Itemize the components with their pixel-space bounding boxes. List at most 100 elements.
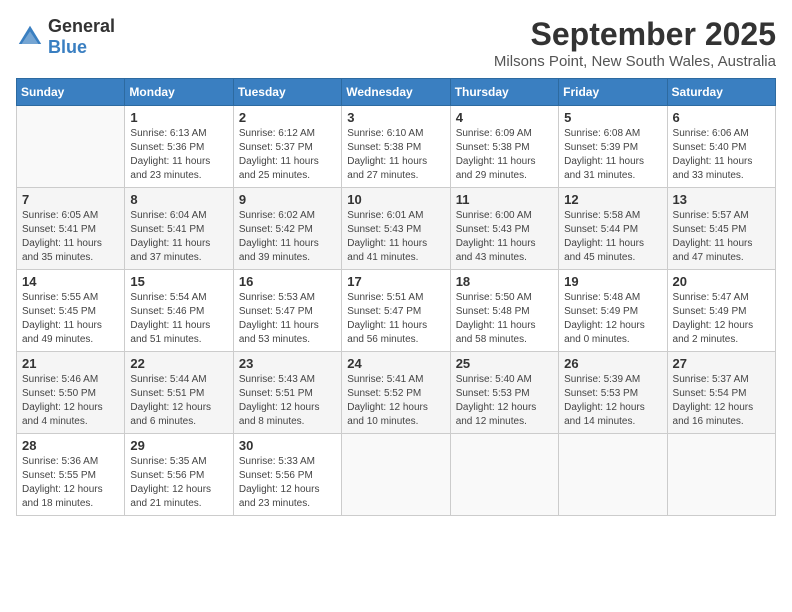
calendar-cell: 18 Sunrise: 5:50 AM Sunset: 5:48 PM Dayl…	[450, 270, 558, 352]
calendar-cell: 4 Sunrise: 6:09 AM Sunset: 5:38 PM Dayli…	[450, 106, 558, 188]
cell-info: Sunrise: 5:44 AM Sunset: 5:51 PM Dayligh…	[130, 373, 227, 429]
calendar-cell: 24 Sunrise: 5:41 AM Sunset: 5:52 PM Dayl…	[342, 352, 450, 434]
cell-info: Sunrise: 6:12 AM Sunset: 5:37 PM Dayligh…	[239, 127, 336, 183]
calendar-cell	[342, 434, 450, 516]
header: General Blue September 2025 Milsons Poin…	[16, 16, 776, 70]
cell-info: Sunrise: 5:36 AM Sunset: 5:55 PM Dayligh…	[22, 455, 119, 511]
header-day-thursday: Thursday	[450, 79, 558, 106]
calendar-cell: 7 Sunrise: 6:05 AM Sunset: 5:41 PM Dayli…	[17, 188, 125, 270]
cell-info: Sunrise: 5:46 AM Sunset: 5:50 PM Dayligh…	[22, 373, 119, 429]
day-number: 5	[564, 110, 661, 125]
cell-info: Sunrise: 6:08 AM Sunset: 5:39 PM Dayligh…	[564, 127, 661, 183]
calendar-body: 1 Sunrise: 6:13 AM Sunset: 5:36 PM Dayli…	[17, 106, 776, 516]
logo-general: General	[48, 16, 115, 36]
calendar-cell: 2 Sunrise: 6:12 AM Sunset: 5:37 PM Dayli…	[233, 106, 341, 188]
cell-info: Sunrise: 5:43 AM Sunset: 5:51 PM Dayligh…	[239, 373, 336, 429]
day-number: 20	[673, 274, 770, 289]
calendar-cell: 6 Sunrise: 6:06 AM Sunset: 5:40 PM Dayli…	[667, 106, 775, 188]
calendar-cell	[667, 434, 775, 516]
calendar-week-1: 1 Sunrise: 6:13 AM Sunset: 5:36 PM Dayli…	[17, 106, 776, 188]
day-number: 24	[347, 356, 444, 371]
cell-info: Sunrise: 6:04 AM Sunset: 5:41 PM Dayligh…	[130, 209, 227, 265]
cell-info: Sunrise: 6:00 AM Sunset: 5:43 PM Dayligh…	[456, 209, 553, 265]
logo-icon	[16, 23, 44, 51]
calendar-cell: 14 Sunrise: 5:55 AM Sunset: 5:45 PM Dayl…	[17, 270, 125, 352]
logo-blue: Blue	[48, 37, 87, 57]
calendar-cell: 8 Sunrise: 6:04 AM Sunset: 5:41 PM Dayli…	[125, 188, 233, 270]
cell-info: Sunrise: 5:47 AM Sunset: 5:49 PM Dayligh…	[673, 291, 770, 347]
day-number: 10	[347, 192, 444, 207]
cell-info: Sunrise: 5:48 AM Sunset: 5:49 PM Dayligh…	[564, 291, 661, 347]
calendar-table: SundayMondayTuesdayWednesdayThursdayFrid…	[16, 78, 776, 516]
title-area: September 2025 Milsons Point, New South …	[494, 16, 776, 70]
cell-info: Sunrise: 5:33 AM Sunset: 5:56 PM Dayligh…	[239, 455, 336, 511]
day-number: 19	[564, 274, 661, 289]
day-number: 17	[347, 274, 444, 289]
header-day-wednesday: Wednesday	[342, 79, 450, 106]
cell-info: Sunrise: 6:13 AM Sunset: 5:36 PM Dayligh…	[130, 127, 227, 183]
day-number: 15	[130, 274, 227, 289]
day-number: 2	[239, 110, 336, 125]
day-number: 9	[239, 192, 336, 207]
cell-info: Sunrise: 5:54 AM Sunset: 5:46 PM Dayligh…	[130, 291, 227, 347]
header-day-saturday: Saturday	[667, 79, 775, 106]
cell-info: Sunrise: 6:02 AM Sunset: 5:42 PM Dayligh…	[239, 209, 336, 265]
cell-info: Sunrise: 5:53 AM Sunset: 5:47 PM Dayligh…	[239, 291, 336, 347]
day-number: 13	[673, 192, 770, 207]
calendar-cell: 23 Sunrise: 5:43 AM Sunset: 5:51 PM Dayl…	[233, 352, 341, 434]
cell-info: Sunrise: 6:10 AM Sunset: 5:38 PM Dayligh…	[347, 127, 444, 183]
calendar-week-5: 28 Sunrise: 5:36 AM Sunset: 5:55 PM Dayl…	[17, 434, 776, 516]
day-number: 8	[130, 192, 227, 207]
calendar-cell: 29 Sunrise: 5:35 AM Sunset: 5:56 PM Dayl…	[125, 434, 233, 516]
calendar-cell: 3 Sunrise: 6:10 AM Sunset: 5:38 PM Dayli…	[342, 106, 450, 188]
calendar-cell: 27 Sunrise: 5:37 AM Sunset: 5:54 PM Dayl…	[667, 352, 775, 434]
cell-info: Sunrise: 6:05 AM Sunset: 5:41 PM Dayligh…	[22, 209, 119, 265]
calendar-cell: 9 Sunrise: 6:02 AM Sunset: 5:42 PM Dayli…	[233, 188, 341, 270]
day-number: 30	[239, 438, 336, 453]
cell-info: Sunrise: 5:55 AM Sunset: 5:45 PM Dayligh…	[22, 291, 119, 347]
calendar-cell: 16 Sunrise: 5:53 AM Sunset: 5:47 PM Dayl…	[233, 270, 341, 352]
calendar-cell: 30 Sunrise: 5:33 AM Sunset: 5:56 PM Dayl…	[233, 434, 341, 516]
calendar-cell: 17 Sunrise: 5:51 AM Sunset: 5:47 PM Dayl…	[342, 270, 450, 352]
day-number: 3	[347, 110, 444, 125]
calendar-cell	[450, 434, 558, 516]
header-day-sunday: Sunday	[17, 79, 125, 106]
day-number: 28	[22, 438, 119, 453]
calendar-cell	[17, 106, 125, 188]
calendar-cell: 19 Sunrise: 5:48 AM Sunset: 5:49 PM Dayl…	[559, 270, 667, 352]
header-day-friday: Friday	[559, 79, 667, 106]
cell-info: Sunrise: 6:06 AM Sunset: 5:40 PM Dayligh…	[673, 127, 770, 183]
calendar-cell: 28 Sunrise: 5:36 AM Sunset: 5:55 PM Dayl…	[17, 434, 125, 516]
day-number: 16	[239, 274, 336, 289]
cell-info: Sunrise: 5:50 AM Sunset: 5:48 PM Dayligh…	[456, 291, 553, 347]
calendar-cell	[559, 434, 667, 516]
cell-info: Sunrise: 6:01 AM Sunset: 5:43 PM Dayligh…	[347, 209, 444, 265]
header-day-monday: Monday	[125, 79, 233, 106]
calendar-cell: 5 Sunrise: 6:08 AM Sunset: 5:39 PM Dayli…	[559, 106, 667, 188]
cell-info: Sunrise: 5:39 AM Sunset: 5:53 PM Dayligh…	[564, 373, 661, 429]
day-number: 6	[673, 110, 770, 125]
day-number: 25	[456, 356, 553, 371]
calendar-week-3: 14 Sunrise: 5:55 AM Sunset: 5:45 PM Dayl…	[17, 270, 776, 352]
calendar-cell: 12 Sunrise: 5:58 AM Sunset: 5:44 PM Dayl…	[559, 188, 667, 270]
day-number: 26	[564, 356, 661, 371]
day-number: 11	[456, 192, 553, 207]
calendar-cell: 13 Sunrise: 5:57 AM Sunset: 5:45 PM Dayl…	[667, 188, 775, 270]
cell-info: Sunrise: 5:35 AM Sunset: 5:56 PM Dayligh…	[130, 455, 227, 511]
month-title: September 2025	[494, 16, 776, 53]
calendar-cell: 20 Sunrise: 5:47 AM Sunset: 5:49 PM Dayl…	[667, 270, 775, 352]
cell-info: Sunrise: 5:37 AM Sunset: 5:54 PM Dayligh…	[673, 373, 770, 429]
calendar-cell: 1 Sunrise: 6:13 AM Sunset: 5:36 PM Dayli…	[125, 106, 233, 188]
day-number: 7	[22, 192, 119, 207]
calendar-cell: 25 Sunrise: 5:40 AM Sunset: 5:53 PM Dayl…	[450, 352, 558, 434]
cell-info: Sunrise: 5:41 AM Sunset: 5:52 PM Dayligh…	[347, 373, 444, 429]
day-number: 1	[130, 110, 227, 125]
calendar-cell: 21 Sunrise: 5:46 AM Sunset: 5:50 PM Dayl…	[17, 352, 125, 434]
day-number: 21	[22, 356, 119, 371]
calendar-header-row: SundayMondayTuesdayWednesdayThursdayFrid…	[17, 79, 776, 106]
calendar-cell: 11 Sunrise: 6:00 AM Sunset: 5:43 PM Dayl…	[450, 188, 558, 270]
logo-text: General Blue	[48, 16, 115, 58]
cell-info: Sunrise: 5:51 AM Sunset: 5:47 PM Dayligh…	[347, 291, 444, 347]
cell-info: Sunrise: 5:40 AM Sunset: 5:53 PM Dayligh…	[456, 373, 553, 429]
calendar-cell: 26 Sunrise: 5:39 AM Sunset: 5:53 PM Dayl…	[559, 352, 667, 434]
